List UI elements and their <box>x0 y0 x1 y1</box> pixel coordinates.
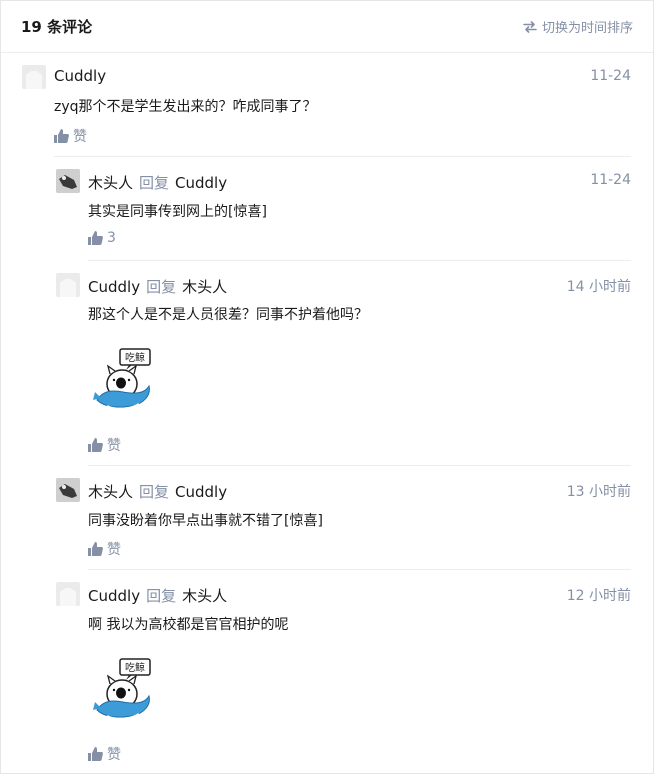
reply-label: 回复 <box>146 278 177 296</box>
comment-time: 14 小时前 <box>566 279 631 295</box>
like-button[interactable]: 3 <box>88 230 116 246</box>
comments-panel: 19 条评论 切换为时间排序 Cuddly 11-24 zyq那个不是学生发出来… <box>0 0 654 774</box>
like-count: 3 <box>107 230 116 246</box>
avatar[interactable] <box>56 273 80 297</box>
comment-author-line: 木头人 回复 Cuddly <box>88 481 227 502</box>
reply-to-name[interactable]: Cuddly <box>175 483 227 501</box>
avatar-image <box>56 478 80 502</box>
whale-sticker-image: 吃鲸 <box>93 348 151 410</box>
like-button[interactable]: 赞 <box>54 126 87 146</box>
comment-time: 13 小时前 <box>566 484 631 500</box>
author-name[interactable]: 木头人 <box>88 172 133 193</box>
comment-time: 11-24 <box>590 172 631 188</box>
comments-header: 19 条评论 切换为时间排序 <box>1 1 653 53</box>
author-name[interactable]: Cuddly <box>88 587 140 605</box>
reply-to-name[interactable]: 木头人 <box>182 276 227 297</box>
reply-to-name[interactable]: 木头人 <box>182 585 227 606</box>
sort-toggle-button[interactable]: 切换为时间排序 <box>523 17 633 36</box>
reply-label: 回复 <box>139 174 170 192</box>
sort-label: 切换为时间排序 <box>541 21 633 36</box>
thumbs-up-icon <box>54 129 69 143</box>
like-label: 赞 <box>107 747 121 763</box>
swap-icon <box>523 20 537 33</box>
like-button[interactable]: 赞 <box>88 539 121 559</box>
author-name[interactable]: 木头人 <box>88 481 133 502</box>
thumbs-up-icon <box>88 438 103 452</box>
reply-to-name[interactable]: Cuddly <box>175 174 227 192</box>
author-name[interactable]: Cuddly <box>54 67 106 85</box>
like-button[interactable]: 赞 <box>88 435 121 455</box>
thumbs-up-icon <box>88 231 103 245</box>
thumbs-up-icon <box>88 747 103 761</box>
sticker-caption: 吃鲸 <box>125 661 145 674</box>
like-label: 赞 <box>107 542 121 558</box>
comment-author-line: Cuddly <box>54 67 106 85</box>
comment-author-line: 木头人 回复 Cuddly <box>88 172 227 193</box>
whale-sticker-image: 吃鲸 <box>93 658 151 720</box>
divider <box>88 569 631 570</box>
comment-text: zyq那个不是学生发出来的？咋成同事了？ <box>54 99 317 115</box>
comment-text: 那这个人是不是人员很差？同事不护着他吗？ <box>88 307 368 323</box>
like-label: 赞 <box>107 438 121 454</box>
comment-text: 其实是同事传到网上的[惊喜] <box>88 204 267 220</box>
comment-author-line: Cuddly 回复 木头人 <box>88 585 227 606</box>
avatar-image <box>56 169 80 193</box>
avatar[interactable] <box>56 478 80 502</box>
divider <box>88 465 631 466</box>
comment-text: 同事没盼着你早点出事就不错了[惊喜] <box>88 513 323 529</box>
like-label: 赞 <box>73 129 87 145</box>
sticker-caption: 吃鲸 <box>125 351 145 364</box>
avatar[interactable] <box>56 169 80 193</box>
comment-author-line: Cuddly 回复 木头人 <box>88 276 227 297</box>
divider <box>54 156 631 157</box>
like-button[interactable]: 赞 <box>88 744 121 764</box>
reply-label: 回复 <box>139 483 170 501</box>
avatar[interactable] <box>22 65 46 89</box>
reply-label: 回复 <box>146 587 177 605</box>
author-name[interactable]: Cuddly <box>88 278 140 296</box>
avatar[interactable] <box>56 582 80 606</box>
comment-time: 11-24 <box>590 68 631 84</box>
comment-time: 12 小时前 <box>566 588 631 604</box>
divider <box>88 260 631 261</box>
comment-text: 啊 我以为高校都是官官相护的呢 <box>88 617 289 633</box>
comment-count-title: 19 条评论 <box>21 18 93 36</box>
thumbs-up-icon <box>88 542 103 556</box>
